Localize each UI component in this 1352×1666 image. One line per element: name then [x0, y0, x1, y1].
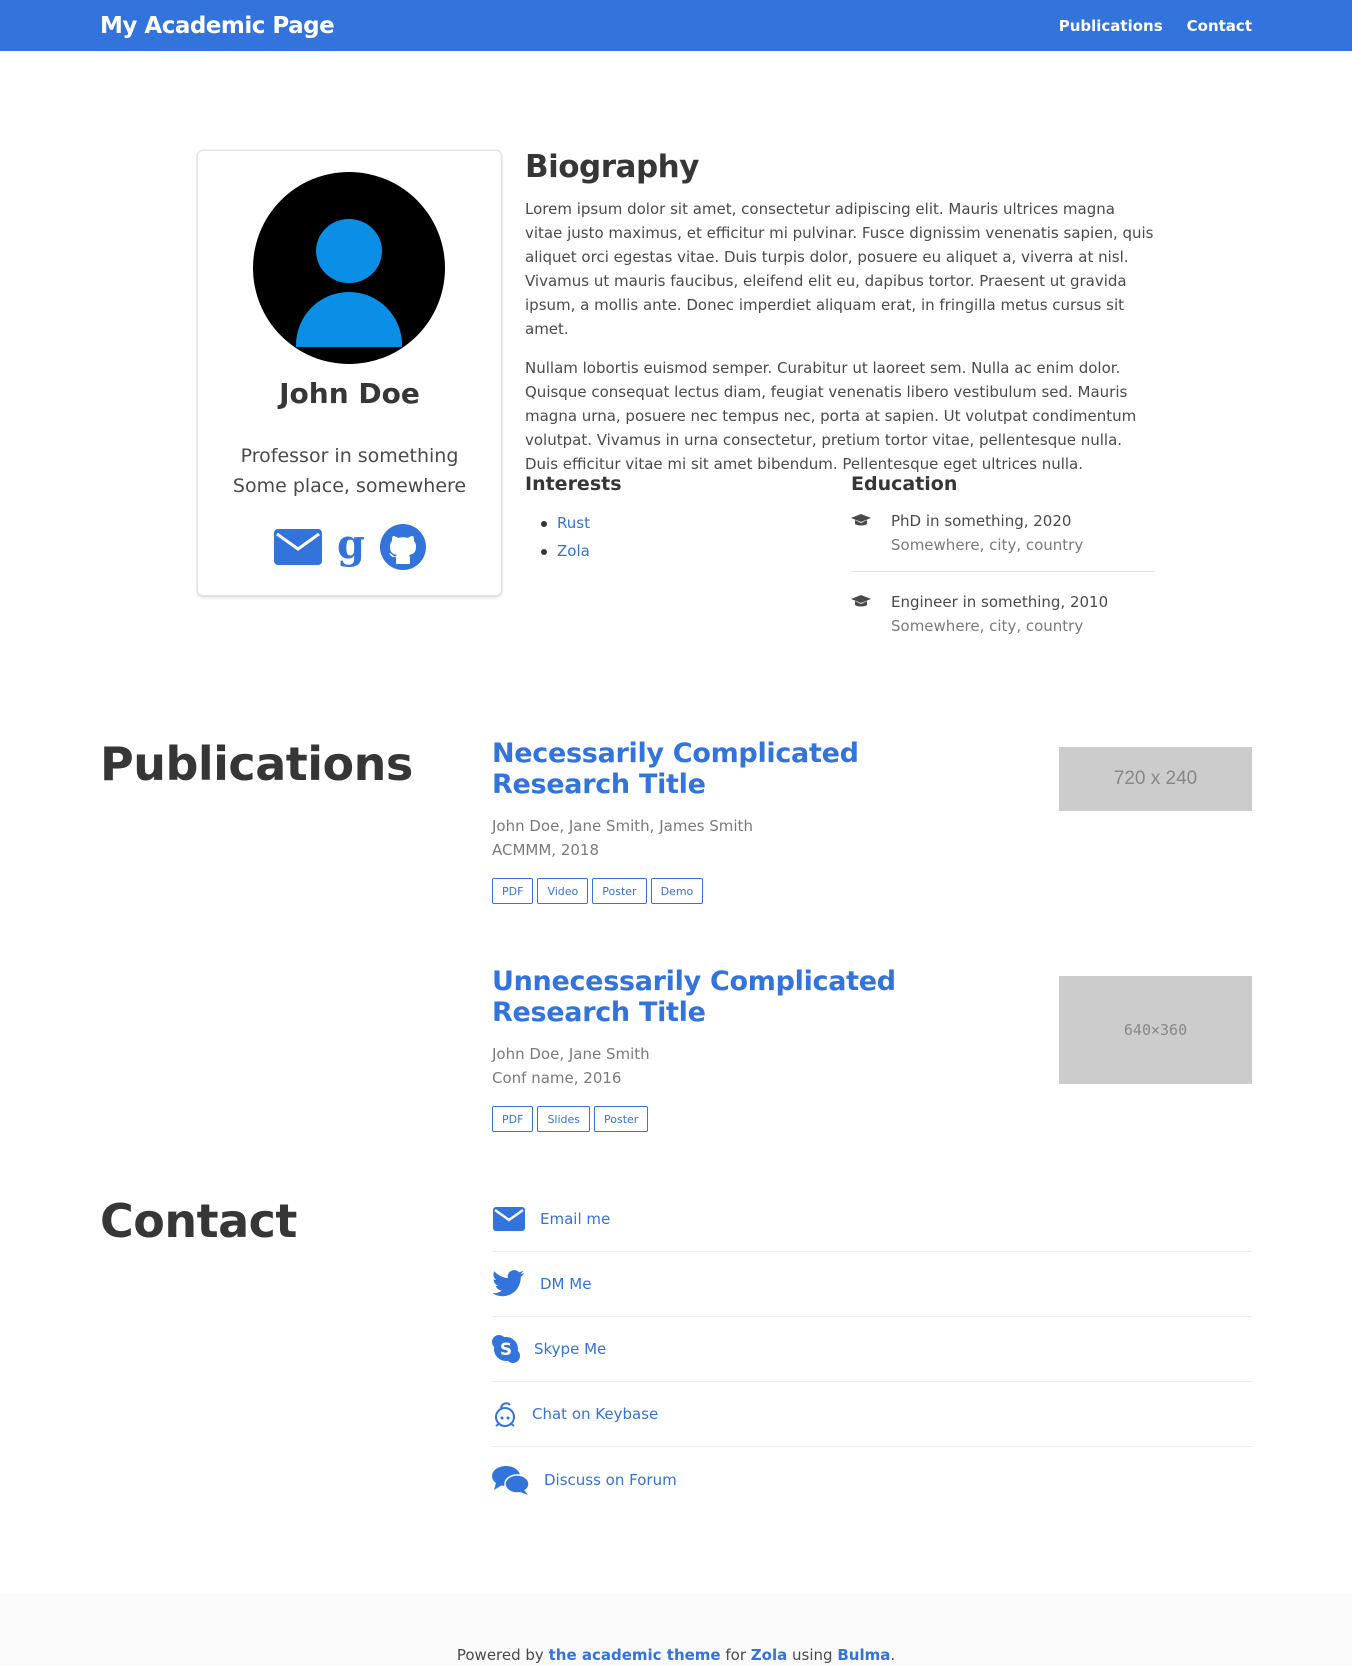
education-heading: Education: [851, 473, 958, 495]
svg-text:g: g: [337, 526, 365, 568]
avatar-head: [316, 219, 382, 283]
publication-thumbnail: 640×360: [1059, 976, 1252, 1084]
contact-item: Chat on Keybase: [492, 1382, 1252, 1447]
education-degree: PhD in something, 2020: [891, 512, 1072, 530]
interests-list: Rust Zola: [525, 509, 825, 565]
demo-button[interactable]: Demo: [650, 878, 704, 904]
slides-button[interactable]: Slides: [537, 1106, 591, 1132]
contact-item: DM Me: [492, 1252, 1252, 1317]
avatar-body: [296, 292, 402, 347]
profile-card: John Doe Professor in something Some pla…: [197, 150, 502, 596]
forum-link[interactable]: Discuss on Forum: [544, 1471, 677, 1489]
envelope-icon: [492, 1207, 526, 1231]
skype-icon: S: [492, 1335, 520, 1363]
interests-heading: Interests: [525, 473, 622, 495]
footer-text: Powered by: [456, 1646, 544, 1664]
profile-title: Professor in something: [240, 445, 459, 467]
nav-link-publications[interactable]: Publications: [1059, 17, 1163, 35]
publication-title[interactable]: Unnecessarily Complicated Research Title: [492, 966, 997, 1028]
pdf-button[interactable]: PDF: [492, 1106, 534, 1132]
interest-link-rust[interactable]: Rust: [557, 514, 590, 532]
interests: Interests Rust Zola: [525, 473, 825, 565]
publication-item: Necessarily Complicated Research Title J…: [492, 738, 1252, 904]
publication-links: PDF Video Poster Demo: [492, 878, 1252, 904]
video-button[interactable]: Video: [537, 878, 589, 904]
contact-list: Email me DM Me S Skype Me Chat on Keybas…: [492, 1187, 1252, 1512]
academic-theme-link[interactable]: the academic theme: [549, 1646, 721, 1664]
interest-item: Rust: [541, 509, 825, 537]
bulma-link[interactable]: Bulma: [837, 1646, 890, 1664]
profile-place: Some place, somewhere: [232, 475, 467, 497]
footer: Powered by the academic theme for Zola u…: [0, 1594, 1352, 1666]
zola-link[interactable]: Zola: [751, 1646, 787, 1664]
publication-item: Unnecessarily Complicated Research Title…: [492, 966, 1252, 1132]
pdf-button[interactable]: PDF: [492, 878, 534, 904]
publications-heading: Publications: [100, 737, 413, 791]
google-scholar-icon[interactable]: g: [332, 526, 370, 568]
email-me-link[interactable]: Email me: [540, 1210, 610, 1228]
keybase-link[interactable]: Chat on Keybase: [532, 1405, 658, 1423]
footer-text: .: [890, 1646, 896, 1664]
keybase-icon: [492, 1400, 518, 1428]
contact-section: Contact Email me DM Me S Skype Me Chat o…: [0, 1136, 1352, 1594]
interest-link-zola[interactable]: Zola: [557, 542, 590, 560]
github-icon[interactable]: [379, 524, 426, 570]
footer-text: for: [725, 1646, 747, 1664]
navbar: My Academic Page Publications Contact: [0, 0, 1352, 51]
contact-item: Email me: [492, 1187, 1252, 1252]
biography: Biography Lorem ipsum dolor sit amet, co…: [525, 149, 1155, 491]
contact-item: Discuss on Forum: [492, 1447, 1252, 1512]
biography-paragraph: Lorem ipsum dolor sit amet, consectetur …: [525, 200, 1154, 338]
profile-name: John Doe: [279, 377, 420, 410]
nav-links: Publications Contact: [1059, 17, 1252, 35]
publications-section: Publications Necessarily Complicated Res…: [0, 611, 1352, 1136]
interest-item: Zola: [541, 537, 825, 565]
skype-me-link[interactable]: Skype Me: [534, 1340, 606, 1358]
brand-link[interactable]: My Academic Page: [100, 13, 335, 39]
education-item: PhD in something, 2020 Somewhere, city, …: [851, 509, 1154, 571]
svg-text:S: S: [500, 1340, 512, 1360]
poster-button[interactable]: Poster: [592, 878, 647, 904]
about-section: John Doe Professor in something Some pla…: [0, 51, 1352, 635]
dm-me-link[interactable]: DM Me: [540, 1275, 591, 1293]
avatar: [253, 172, 445, 364]
publication-links: PDF Slides Poster: [492, 1106, 1252, 1132]
publication-authors: John Doe, Jane Smith, James Smith: [492, 817, 753, 835]
profile-social-links: g: [198, 524, 501, 570]
biography-paragraph: Nullam lobortis euismod semper. Curabitu…: [525, 359, 1137, 473]
envelope-icon[interactable]: [273, 529, 322, 565]
footer-text: using: [792, 1646, 833, 1664]
contact-heading: Contact: [100, 1194, 297, 1248]
publication-thumbnail: 720 x 240: [1059, 747, 1252, 811]
comments-icon: [492, 1465, 530, 1495]
publication-title[interactable]: Necessarily Complicated Research Title: [492, 738, 997, 800]
publication-venue: ACMMM, 2018: [492, 841, 600, 859]
graduation-cap-icon: [851, 509, 873, 557]
nav-link-contact[interactable]: Contact: [1187, 17, 1252, 35]
poster-button[interactable]: Poster: [594, 1106, 649, 1132]
biography-heading: Biography: [525, 149, 699, 185]
twitter-icon: [492, 1270, 526, 1298]
education-place: Somewhere, city, country: [891, 536, 1084, 554]
contact-item: S Skype Me: [492, 1317, 1252, 1382]
